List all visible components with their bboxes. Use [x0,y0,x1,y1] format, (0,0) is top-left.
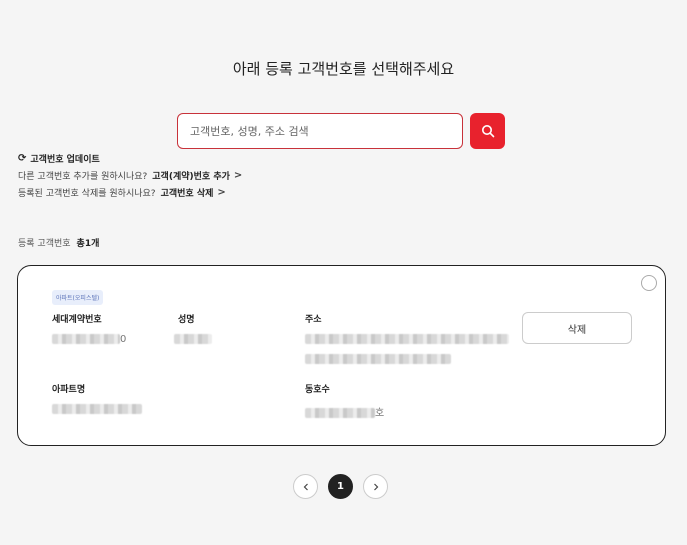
delete-customer-row: 등록된 고객번호 삭제를 원하시나요? 고객번호 삭제 > [18,186,226,199]
page-title: 아래 등록 고객번호를 선택해주세요 [232,60,455,78]
customer-card[interactable]: 아파트(오피스텔) 세대계약번호 0 성명 주소 삭제 아파트명 동호수 호 [17,265,666,446]
contract-label: 세대계약번호 [52,315,102,325]
link-section: ⟳ 고객번호 업데이트 다른 고객번호 추가를 원하시나요? 고객(계약)번호 … [18,150,242,201]
address-value [305,334,509,345]
chevron-right-icon [373,483,378,490]
name-value [174,334,212,345]
contract-value: 0 [52,334,126,345]
refresh-link[interactable]: ⟳ 고객번호 업데이트 [18,150,242,167]
add-customer-link[interactable]: 고객(계약)번호 추가 [152,169,230,182]
registered-count: 등록 고객번호 총1개 [18,239,100,249]
search-bar [177,113,505,149]
pagination: 1 [293,474,388,499]
unit-value: 호 [305,404,384,419]
address-value-line2 [305,354,451,365]
apartment-label: 아파트명 [52,385,86,395]
chevron-right-icon: > [217,187,226,198]
select-radio[interactable] [641,275,657,291]
search-icon [481,125,494,138]
search-input[interactable] [177,113,463,149]
refresh-icon: ⟳ [18,153,27,164]
page-button-current[interactable]: 1 [328,474,353,499]
apartment-value [52,404,142,415]
unit-label: 동호수 [305,385,330,395]
add-customer-row: 다른 고객번호 추가를 원하시나요? 고객(계약)번호 추가 > [18,169,243,182]
next-page-button[interactable] [363,474,388,499]
delete-button[interactable]: 삭제 [522,312,632,344]
type-badge: 아파트(오피스텔) [52,290,104,305]
chevron-right-icon: > [233,170,243,181]
delete-customer-link[interactable]: 고객번호 삭제 [161,186,214,199]
prev-page-button[interactable] [293,474,318,499]
address-label: 주소 [305,315,322,325]
name-label: 성명 [178,315,195,325]
search-button[interactable] [470,113,505,149]
chevron-left-icon [303,483,308,490]
